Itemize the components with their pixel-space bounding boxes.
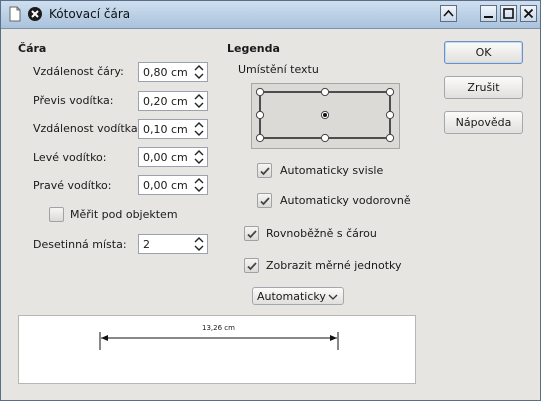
maximize-button[interactable] — [500, 5, 517, 22]
guide-distance-label: Vzdálenost vodítka: — [33, 122, 142, 135]
show-units-label[interactable]: Zobrazit měrné jednotky — [266, 259, 402, 272]
dimension-line-graphic — [99, 332, 339, 350]
close-circle-icon[interactable] — [27, 6, 43, 22]
legend-section-title: Legenda — [227, 42, 280, 55]
minimize-button[interactable] — [480, 5, 497, 22]
decimal-places-label: Desetinná místa: — [33, 238, 127, 251]
checkmark-icon — [247, 230, 257, 239]
checkmark-icon — [260, 197, 270, 206]
maximize-icon — [503, 8, 514, 19]
text-position-selector[interactable] — [251, 83, 400, 149]
close-icon — [523, 8, 534, 19]
spin-arrows-icon[interactable] — [193, 235, 205, 253]
checkmark-icon — [260, 167, 270, 176]
left-guide-value: 0,00 cm — [143, 151, 188, 164]
spin-arrows-icon[interactable] — [193, 176, 205, 194]
title-bar[interactable]: Kótovací čára — [1, 1, 540, 29]
help-button[interactable]: Nápověda — [444, 111, 523, 134]
right-guide-value: 0,00 cm — [143, 179, 188, 192]
measure-below-checkbox[interactable] — [49, 207, 64, 222]
close-button[interactable] — [520, 5, 537, 22]
auto-vertical-label[interactable]: Automaticky svisle — [280, 164, 383, 177]
guide-overhang-spinner[interactable]: 0,20 cm — [138, 91, 208, 111]
guide-distance-value: 0,10 cm — [143, 123, 188, 136]
guide-distance-spinner[interactable]: 0,10 cm — [138, 119, 208, 139]
text-position-label: Umístění textu — [238, 63, 319, 76]
spin-arrows-icon[interactable] — [193, 63, 205, 81]
text-position-grid[interactable] — [252, 84, 401, 150]
auto-horizontal-checkbox[interactable] — [257, 193, 272, 208]
checkmark-icon — [247, 262, 257, 271]
measure-below-label[interactable]: Měřit pod objektem — [70, 208, 178, 221]
keep-above-button[interactable] — [440, 5, 457, 22]
spin-arrows-icon[interactable] — [193, 92, 205, 110]
decimal-places-spinner[interactable]: 2 — [138, 234, 208, 254]
guide-overhang-value: 0,20 cm — [143, 95, 188, 108]
units-dropdown[interactable]: Automaticky — [252, 287, 344, 305]
minimize-icon — [484, 16, 493, 18]
guide-overhang-label: Převis vodítka: — [33, 94, 114, 107]
units-dropdown-value: Automaticky — [257, 290, 326, 303]
line-section-title: Čára — [18, 42, 47, 55]
left-guide-label: Levé vodítko: — [33, 151, 107, 164]
ok-button[interactable]: OK — [444, 41, 523, 64]
window-title: Kótovací čára — [49, 7, 131, 21]
auto-vertical-checkbox[interactable] — [257, 163, 272, 178]
auto-horizontal-label[interactable]: Automaticky vodorovně — [280, 194, 411, 207]
right-guide-label: Pravé vodítko: — [33, 179, 112, 192]
show-units-checkbox[interactable] — [244, 258, 259, 273]
document-icon — [9, 6, 21, 22]
line-distance-label: Vzdálenost čáry: — [33, 65, 124, 78]
dimension-line-dialog: Kótovací čára Čára Vzdálenost čáry: 0,80… — [0, 0, 541, 401]
chevron-up-icon — [443, 9, 454, 17]
left-guide-spinner[interactable]: 0,00 cm — [138, 147, 208, 167]
spin-arrows-icon[interactable] — [193, 120, 205, 138]
chevron-down-icon — [328, 294, 338, 300]
decimal-places-value: 2 — [143, 238, 150, 251]
spin-arrows-icon[interactable] — [193, 148, 205, 166]
right-guide-spinner[interactable]: 0,00 cm — [138, 175, 208, 195]
parallel-to-line-label[interactable]: Rovnoběžně s čárou — [266, 227, 377, 240]
line-distance-value: 0,80 cm — [143, 66, 188, 79]
parallel-to-line-checkbox[interactable] — [244, 226, 259, 241]
line-distance-spinner[interactable]: 0,80 cm — [138, 62, 208, 82]
cancel-button[interactable]: Zrušit — [444, 76, 523, 99]
dimension-preview: 13,26 cm — [18, 315, 416, 384]
